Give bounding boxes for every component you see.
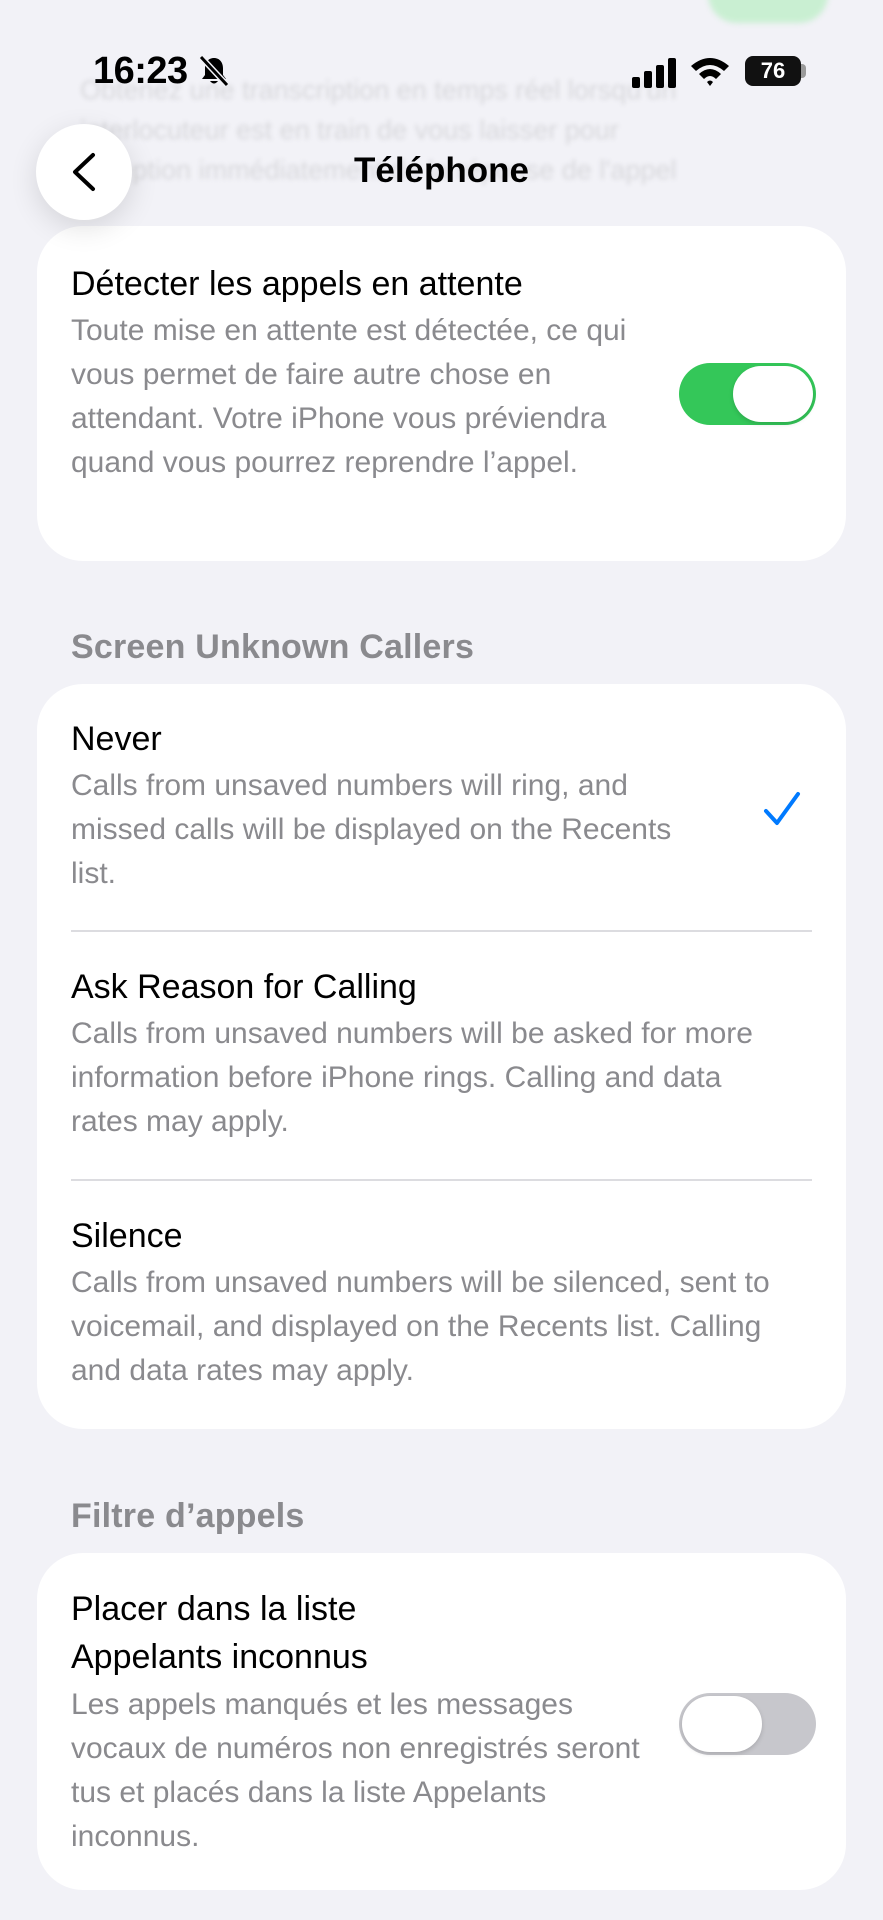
option-never-title: Never	[71, 720, 162, 758]
status-time: 16:23	[93, 50, 188, 92]
toggle-knob	[682, 1696, 762, 1752]
option-never-description: Calls from unsaved numbers will ring, an…	[71, 769, 672, 890]
page-title: Téléphone	[353, 151, 530, 190]
battery-icon: 76	[745, 56, 801, 86]
call-filter-card: Placer dans la liste Appelants inconnus …	[37, 1553, 846, 1890]
option-ask-reason[interactable]: Ask Reason for Calling Calls from unsave…	[37, 964, 846, 1144]
option-ask-reason-title: Ask Reason for Calling	[71, 968, 417, 1006]
divider	[71, 1179, 812, 1181]
navigation-bar: Téléphone	[0, 120, 883, 226]
hold-detection-row: Détecter les appels en attente Toute mis…	[37, 226, 846, 485]
checkmark-icon	[764, 792, 800, 825]
option-silence[interactable]: Silence Calls from unsaved numbers will …	[37, 1213, 846, 1393]
hold-detection-card: Détecter les appels en attente Toute mis…	[37, 226, 846, 561]
call-filter-title: Placer dans la liste Appelants inconnus	[71, 1590, 368, 1676]
section-header-call-filter: Filtre d’appels	[71, 1497, 305, 1535]
divider	[71, 930, 812, 932]
section-header-screen-unknown-callers: Screen Unknown Callers	[71, 628, 475, 666]
hold-detection-toggle[interactable]	[679, 363, 816, 425]
battery-tip	[801, 64, 806, 78]
screen-unknown-callers-card: Never Calls from unsaved numbers will ri…	[37, 684, 846, 1429]
call-filter-toggle[interactable]	[679, 1693, 816, 1755]
cellular-signal-icon	[632, 58, 676, 88]
option-silence-description: Calls from unsaved numbers will be silen…	[71, 1266, 770, 1387]
option-never[interactable]: Never Calls from unsaved numbers will ri…	[37, 716, 846, 896]
status-bar: 16:23 76	[0, 0, 883, 120]
battery-level: 76	[760, 58, 786, 83]
option-ask-reason-description: Calls from unsaved numbers will be asked…	[71, 1017, 753, 1138]
hold-detection-description: Toute mise en attente est détectée, ce q…	[71, 314, 627, 479]
option-silence-title: Silence	[71, 1217, 183, 1255]
bell-slash-icon	[198, 54, 230, 88]
call-filter-description: Les appels manqués et les messages vocau…	[71, 1688, 640, 1853]
hold-detection-title: Détecter les appels en attente	[71, 265, 523, 303]
wifi-icon	[691, 58, 729, 86]
toggle-knob	[733, 366, 813, 422]
